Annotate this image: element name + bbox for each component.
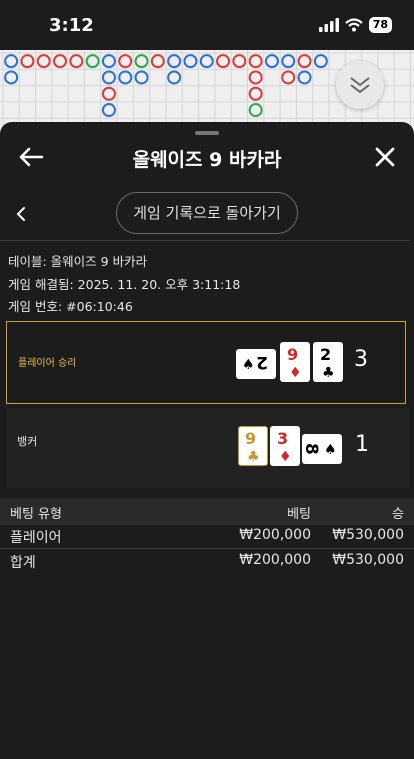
bead [85, 54, 100, 69]
bead [4, 70, 19, 85]
bead [101, 86, 116, 101]
player-score: 3 [354, 347, 368, 372]
svg-text:9: 9 [287, 345, 298, 364]
bead [281, 54, 296, 69]
bead [281, 70, 296, 85]
bead [216, 54, 231, 69]
spade-icon: 8 ♠ [301, 442, 337, 458]
collapse-button[interactable] [336, 61, 384, 109]
bead [248, 54, 263, 69]
bead [4, 54, 19, 69]
svg-text:9: 9 [245, 429, 256, 448]
bead [297, 54, 312, 69]
svg-text:2: 2 [256, 352, 268, 372]
bead [232, 54, 247, 69]
player-card-2: 9 ♦ [280, 342, 310, 382]
banker-card-2: 3 ♦ [270, 426, 300, 466]
chevron-left-icon[interactable] [14, 206, 30, 222]
bead [167, 54, 182, 69]
battery-icon: 78 [368, 17, 392, 33]
bead [134, 70, 149, 85]
player-win-label: 플레이어 승리 [18, 358, 77, 369]
player-card-1: ♠ 2 [236, 349, 276, 379]
bead [199, 54, 214, 69]
banker-label: 뱅커 [17, 435, 38, 448]
bead [183, 54, 198, 69]
svg-text:3: 3 [277, 429, 288, 448]
bead [53, 54, 68, 69]
total-row: 합계 ₩200,000 ₩530,000 [0, 552, 414, 574]
status-time: 3:12 [49, 15, 94, 36]
banker-card-1: 9 ♣ [238, 426, 268, 466]
bead [167, 70, 182, 85]
bead [134, 54, 149, 69]
game-resolved-time: 게임 해결됨: 2025. 11. 20. 오후 3:11:18 [8, 277, 241, 292]
chevron-double-down-icon [350, 77, 370, 94]
bead [69, 54, 84, 69]
table-row: 플레이어 ₩200,000 ₩530,000 [0, 527, 414, 549]
banker-result: 뱅커 9 ♣ 3 ♦ 8 ♠ 1 [6, 408, 410, 488]
bead [150, 54, 165, 69]
player-result: 플레이어 승리 ♠ 2 9 ♦ 2 ♣ 3 [6, 321, 406, 404]
bead [248, 70, 263, 85]
banker-score: 1 [355, 432, 369, 457]
bead [248, 86, 263, 101]
header-bet-type: 베팅 유형 [10, 507, 62, 522]
bet-type-cell: 플레이어 [10, 530, 62, 546]
bead [101, 103, 116, 118]
bet-amount-cell: ₩200,000 [239, 527, 311, 543]
bead [118, 70, 133, 85]
game-detail-sheet: 올웨이즈 9 바카라 게임 기록으로 돌아가기 테이블: 올웨이즈 9 바카라 … [0, 122, 414, 759]
status-bar: 3:12 78 [0, 0, 414, 50]
svg-text:8: 8 [302, 443, 321, 455]
sheet-title: 올웨이즈 9 바카라 [132, 149, 282, 171]
header-bet: 베팅 [287, 507, 311, 522]
wifi-icon [344, 18, 363, 32]
bead [118, 54, 133, 69]
bead [36, 54, 51, 69]
bead [20, 54, 35, 69]
bead [101, 70, 116, 85]
total-bet: ₩200,000 [239, 552, 311, 568]
header-win: 승 [392, 507, 404, 522]
back-arrow-icon[interactable] [18, 146, 44, 168]
divider [0, 240, 410, 241]
diamond-icon: ♦ [279, 449, 292, 465]
back-to-history-button[interactable]: 게임 기록으로 돌아가기 [116, 192, 298, 234]
bead [313, 54, 328, 69]
banker-card-3: 8 ♠ [301, 434, 342, 464]
close-icon[interactable] [374, 146, 396, 168]
signal-icon [318, 18, 339, 32]
game-number: 게임 번호: #06:10:46 [8, 299, 133, 314]
svg-text:♠: ♠ [242, 357, 255, 373]
total-win: ₩530,000 [332, 552, 404, 568]
bead [264, 54, 279, 69]
total-label: 합계 [10, 555, 36, 571]
bead [248, 103, 263, 118]
bead [297, 70, 312, 85]
win-amount-cell: ₩530,000 [332, 527, 404, 543]
sheet-handle[interactable] [195, 131, 219, 135]
club-icon: ♣ [322, 365, 335, 381]
player-card-3: 2 ♣ [313, 342, 343, 382]
svg-text:♠: ♠ [324, 442, 337, 458]
diamond-icon: ♦ [289, 365, 302, 381]
status-icons: 78 [318, 17, 392, 33]
svg-text:2: 2 [320, 345, 331, 364]
table-name: 테이블: 올웨이즈 9 바카라 [8, 254, 148, 269]
club-icon: ♣ [247, 449, 260, 465]
row-divider [0, 548, 414, 549]
spade-icon: ♠ 2 [242, 352, 268, 373]
bets-table-header: 베팅 유형 베팅 승 [0, 498, 414, 525]
bead [101, 54, 116, 69]
